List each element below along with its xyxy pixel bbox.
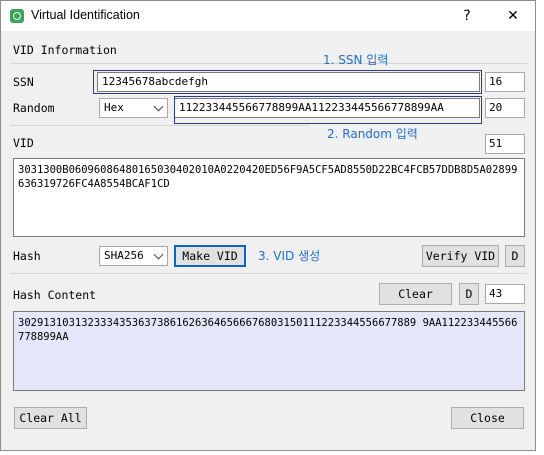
hash-algorithm-select[interactable]: SHA256 <box>99 246 168 266</box>
annotation-step3: 3. VID 생성 <box>258 249 321 263</box>
window-title: Virtual Identification <box>31 8 140 22</box>
verify-vid-button[interactable]: Verify VID <box>422 245 499 267</box>
chevron-down-icon <box>153 101 164 112</box>
random-format-select[interactable]: Hex <box>99 98 168 118</box>
ssn-length: 16 <box>485 72 525 92</box>
annotation-step2: 2. Random 입력 <box>327 127 418 141</box>
random-format-value: Hex <box>104 101 124 114</box>
app-icon <box>10 9 24 23</box>
vid-output[interactable]: 3031300B06096086480165030402010A0220420E… <box>13 158 525 237</box>
hash-content-label: Hash Content <box>13 288 97 302</box>
close-button[interactable]: Close <box>451 407 524 429</box>
random-length: 20 <box>485 98 525 118</box>
title-bar: Virtual Identification ? ✕ <box>1 1 535 31</box>
divider <box>10 63 527 64</box>
vid-d-button[interactable]: D <box>505 245 525 267</box>
hash-content-length: 43 <box>485 284 525 304</box>
divider <box>10 125 310 126</box>
close-window-button[interactable]: ✕ <box>490 1 536 31</box>
hash-d-button[interactable]: D <box>459 283 479 305</box>
divider <box>10 273 527 274</box>
dialog-window: Virtual Identification ? ✕ VID Informati… <box>0 0 536 451</box>
help-button[interactable]: ? <box>444 1 490 31</box>
random-label: Random <box>13 101 55 115</box>
vid-length: 51 <box>485 134 525 154</box>
hash-content-output[interactable]: 3029131031323334353637386162636465666768… <box>13 311 525 391</box>
clear-button[interactable]: Clear <box>379 283 452 305</box>
hash-label: Hash <box>13 249 41 263</box>
vid-label: VID <box>13 136 34 150</box>
annotation-step1: 1. SSN 입력 <box>323 53 389 67</box>
chevron-down-icon <box>153 249 164 260</box>
ssn-input[interactable]: 12345678abcdefgh <box>97 72 480 92</box>
section-title: VID Information <box>13 43 117 57</box>
random-input[interactable]: 112233445566778899AA112233445566778899AA <box>174 98 480 118</box>
clear-all-button[interactable]: Clear All <box>14 407 87 429</box>
hash-algorithm-value: SHA256 <box>104 249 144 262</box>
ssn-label: SSN <box>13 75 34 89</box>
make-vid-button[interactable]: Make VID <box>174 245 246 267</box>
